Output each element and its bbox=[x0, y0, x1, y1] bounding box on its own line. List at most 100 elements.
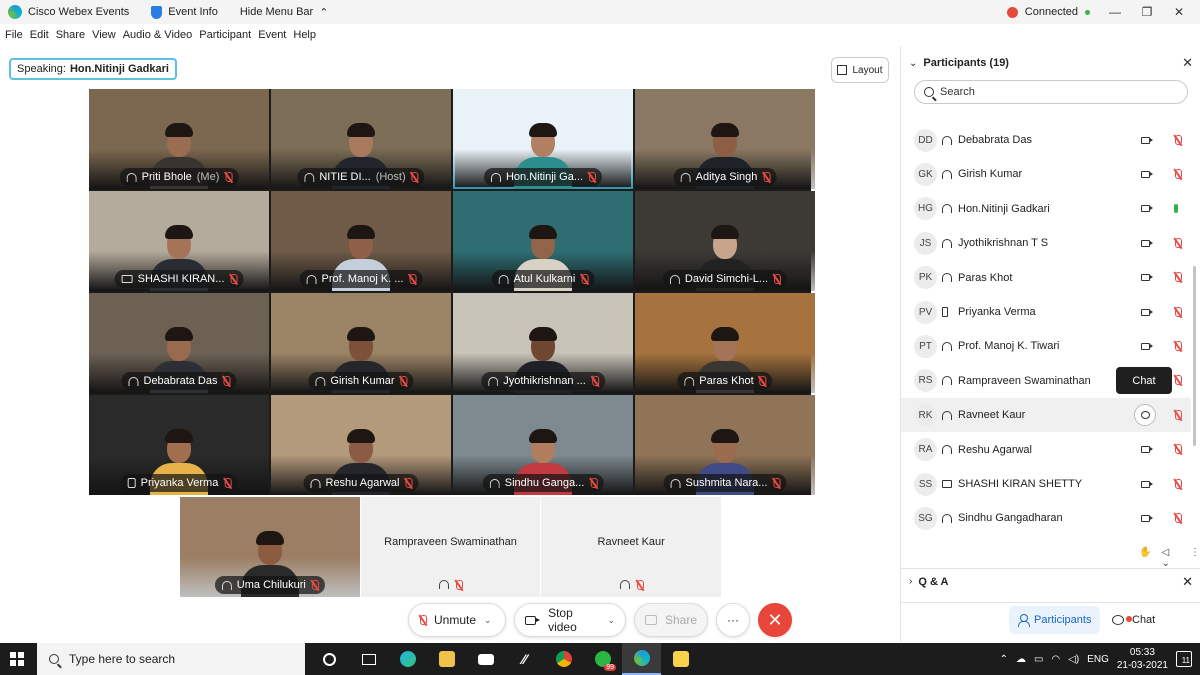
participant-row[interactable]: SS SHASHI KIRAN SHETTY bbox=[901, 467, 1191, 501]
notification-center-icon[interactable]: 11 bbox=[1176, 651, 1192, 667]
chat-tab-button[interactable]: Chat bbox=[1103, 606, 1164, 634]
video-tile[interactable]: Sindhu Ganga... bbox=[453, 395, 633, 495]
mail-icon[interactable] bbox=[466, 643, 505, 675]
menu-item-file[interactable]: File bbox=[5, 29, 23, 41]
microphone-muted-icon[interactable] bbox=[1174, 306, 1182, 318]
menu-item-share[interactable]: Share bbox=[56, 29, 85, 41]
layout-button[interactable]: Layout bbox=[831, 57, 889, 83]
more-options-button[interactable]: ··· bbox=[716, 603, 750, 637]
chevron-down-icon[interactable]: ⌄ bbox=[909, 58, 917, 69]
microphone-muted-icon[interactable] bbox=[1174, 375, 1182, 386]
scrollbar-thumb[interactable] bbox=[1193, 266, 1196, 446]
chat-with-participant-button[interactable] bbox=[1134, 404, 1156, 427]
hide-menu-bar-button[interactable]: Hide Menu Bar ⌃ bbox=[240, 6, 329, 19]
video-tile[interactable]: Paras Khot bbox=[635, 293, 815, 393]
app-icon[interactable]: ⁄⁄ bbox=[505, 643, 544, 675]
show-hidden-icons-icon[interactable]: ⌃ bbox=[1000, 654, 1008, 665]
chevron-right-icon[interactable]: › bbox=[909, 576, 912, 587]
microphone-muted-icon[interactable] bbox=[1174, 340, 1182, 352]
sticky-notes-icon[interactable] bbox=[661, 643, 700, 675]
cloud-icon[interactable]: ☁ bbox=[1016, 654, 1026, 665]
more-vertical-icon[interactable]: ⋮ bbox=[1190, 547, 1200, 569]
microphone-muted-icon[interactable] bbox=[1174, 134, 1182, 146]
video-tile[interactable]: Girish Kumar bbox=[271, 293, 451, 393]
share-button[interactable]: Share bbox=[634, 603, 708, 637]
video-off-tile[interactable]: Ravneet Kaur bbox=[541, 497, 722, 597]
close-icon[interactable]: ✕ bbox=[1172, 5, 1186, 19]
video-tile[interactable]: Uma Chilukuri bbox=[180, 497, 360, 597]
microphone-muted-icon[interactable] bbox=[1174, 478, 1182, 490]
microphone-active-icon[interactable] bbox=[1174, 204, 1178, 214]
chevron-down-icon[interactable]: ⌄ bbox=[607, 615, 615, 626]
video-tile[interactable]: Reshu Agarwal bbox=[271, 395, 451, 495]
stop-video-button[interactable]: Stop video ⌄ bbox=[514, 603, 626, 637]
battery-icon[interactable]: ▭ bbox=[1034, 654, 1043, 665]
microphone-muted-icon[interactable] bbox=[1174, 168, 1182, 180]
raise-hand-icon[interactable]: ✋ bbox=[1139, 547, 1151, 569]
participant-search-input[interactable]: Search bbox=[914, 80, 1188, 104]
event-info-button[interactable]: Event Info bbox=[151, 5, 218, 19]
participant-row[interactable]: RK Ravneet Kaur bbox=[901, 398, 1191, 433]
video-tile[interactable]: Debabrata Das bbox=[89, 293, 269, 393]
menu-item-edit[interactable]: Edit bbox=[30, 29, 49, 41]
microphone-muted-icon[interactable] bbox=[1174, 444, 1182, 455]
qa-header[interactable]: › Q & A ✕ bbox=[901, 568, 1200, 594]
language-indicator[interactable]: ENG bbox=[1087, 654, 1109, 665]
participant-row[interactable]: HG Hon.Nitinji Gadkari bbox=[901, 192, 1191, 226]
cortana-icon[interactable] bbox=[310, 643, 349, 675]
connection-status[interactable]: Connected bbox=[1006, 6, 1090, 18]
microphone-muted-icon[interactable] bbox=[1174, 512, 1182, 524]
whatsapp-icon[interactable]: 99 bbox=[583, 643, 622, 675]
menu-item-help[interactable]: Help bbox=[293, 29, 316, 41]
menu-item-view[interactable]: View bbox=[92, 29, 116, 41]
video-tile[interactable]: Atul Kulkarni bbox=[453, 191, 633, 291]
participant-row-partial[interactable]: David Simchi-Levi bbox=[901, 106, 1191, 116]
participant-row[interactable]: PK Paras Khot bbox=[901, 261, 1191, 295]
participant-row[interactable]: SG Sindhu Gangadharan bbox=[901, 501, 1191, 535]
participant-row[interactable]: PT Prof. Manoj K. Tiwari bbox=[901, 329, 1191, 363]
speaker-icon[interactable]: ◁ ⌄ bbox=[1161, 547, 1180, 569]
clock[interactable]: 05:33 21-03-2021 bbox=[1117, 646, 1168, 672]
video-tile[interactable]: NITIE DI... (Host) bbox=[271, 89, 451, 189]
video-tile[interactable]: Prof. Manoj K. ... bbox=[271, 191, 451, 291]
participant-row[interactable]: PV Priyanka Verma bbox=[901, 295, 1191, 329]
microphone-muted-icon[interactable] bbox=[1174, 272, 1182, 283]
close-icon[interactable]: ✕ bbox=[1182, 574, 1193, 590]
microphone-muted-icon[interactable] bbox=[1174, 409, 1182, 421]
chrome-icon[interactable] bbox=[544, 643, 583, 675]
edge-icon[interactable] bbox=[388, 643, 427, 675]
taskbar-search-input[interactable]: Type here to search bbox=[37, 643, 305, 675]
menu-item-audio-video[interactable]: Audio & Video bbox=[123, 29, 193, 41]
video-off-tile[interactable]: Rampraveen Swaminathan bbox=[360, 497, 541, 597]
task-view-icon[interactable] bbox=[349, 643, 388, 675]
chevron-down-icon[interactable]: ⌄ bbox=[484, 615, 492, 626]
participant-row[interactable]: JS Jyothikrishnan T S bbox=[901, 226, 1191, 260]
participant-row[interactable]: DD Debabrata Das bbox=[901, 123, 1191, 157]
participants-header[interactable]: ⌄ Participants (19) ✕ bbox=[901, 52, 1200, 74]
end-meeting-button[interactable]: ✕ bbox=[758, 603, 792, 637]
participants-tab-button[interactable]: Participants bbox=[1009, 606, 1101, 634]
participant-row[interactable]: GK Girish Kumar bbox=[901, 157, 1191, 191]
webex-taskbar-icon[interactable] bbox=[622, 643, 661, 675]
video-tile[interactable]: Priti Bhole (Me) bbox=[89, 89, 269, 189]
windows-start-icon[interactable] bbox=[10, 652, 24, 666]
minimize-icon[interactable]: — bbox=[1108, 5, 1122, 19]
file-explorer-icon[interactable] bbox=[427, 643, 466, 675]
video-tile[interactable]: Jyothikrishnan ... bbox=[453, 293, 633, 393]
video-tile[interactable]: David Simchi-L... bbox=[635, 191, 815, 291]
video-tile[interactable]: Aditya Singh bbox=[635, 89, 815, 189]
video-tile[interactable]: Priyanka Verma bbox=[89, 395, 269, 495]
video-tile[interactable]: Hon.Nitinji Ga... bbox=[453, 89, 633, 189]
close-icon[interactable]: ✕ bbox=[1182, 55, 1193, 71]
video-tile[interactable]: Sushmita Nara... bbox=[635, 395, 815, 495]
volume-icon[interactable]: ◁) bbox=[1068, 654, 1079, 665]
participant-row[interactable]: RA Reshu Agarwal bbox=[901, 433, 1191, 467]
menu-item-participant[interactable]: Participant bbox=[199, 29, 251, 41]
participant-list-scrollbar[interactable] bbox=[1193, 106, 1197, 546]
menu-item-event[interactable]: Event bbox=[258, 29, 286, 41]
restore-icon[interactable]: ❐ bbox=[1140, 5, 1154, 19]
unmute-button[interactable]: Unmute ⌄ bbox=[408, 603, 506, 637]
wifi-icon[interactable]: ◠ bbox=[1051, 654, 1060, 665]
video-tile[interactable]: SHASHI KIRAN... bbox=[89, 191, 269, 291]
microphone-muted-icon[interactable] bbox=[1174, 237, 1182, 249]
